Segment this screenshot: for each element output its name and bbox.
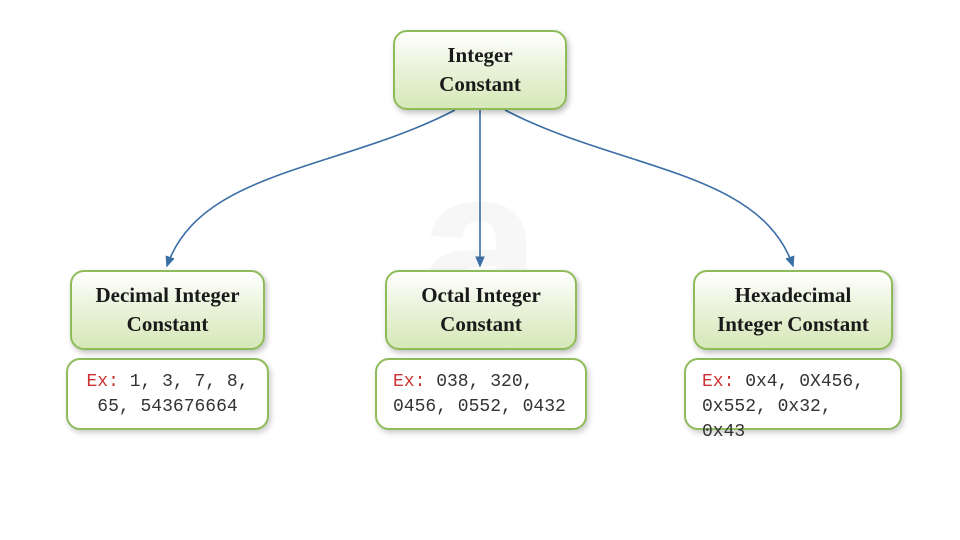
root-node: Integer Constant — [393, 30, 567, 110]
ex-label: Ex: — [86, 372, 118, 392]
ex-label: Ex: — [702, 372, 734, 392]
ex-label: Ex: — [393, 372, 425, 392]
example-box-decimal: Ex: 1, 3, 7, 8, 65, 543676664 — [66, 358, 269, 430]
child-title-line1: Decimal Integer — [95, 281, 239, 310]
example-box-hex: Ex: 0x4, 0X456, 0x552, 0x32, 0x43 — [684, 358, 902, 430]
example-box-octal: Ex: 038, 320, 0456, 0552, 0432 — [375, 358, 587, 430]
child-title-line2: Constant — [127, 310, 209, 339]
child-title-line2: Integer Constant — [717, 310, 869, 339]
root-line2: Constant — [439, 70, 521, 99]
child-title-line1: Octal Integer — [421, 281, 541, 310]
child-title-line2: Constant — [440, 310, 522, 339]
ex-text: 1, 3, 7, 8, 65, 543676664 — [97, 372, 248, 417]
root-line1: Integer — [447, 41, 512, 70]
child-node-decimal: Decimal Integer Constant — [70, 270, 265, 350]
child-node-hex: Hexadecimal Integer Constant — [693, 270, 893, 350]
child-node-octal: Octal Integer Constant — [385, 270, 577, 350]
child-title-line1: Hexadecimal — [735, 281, 852, 310]
